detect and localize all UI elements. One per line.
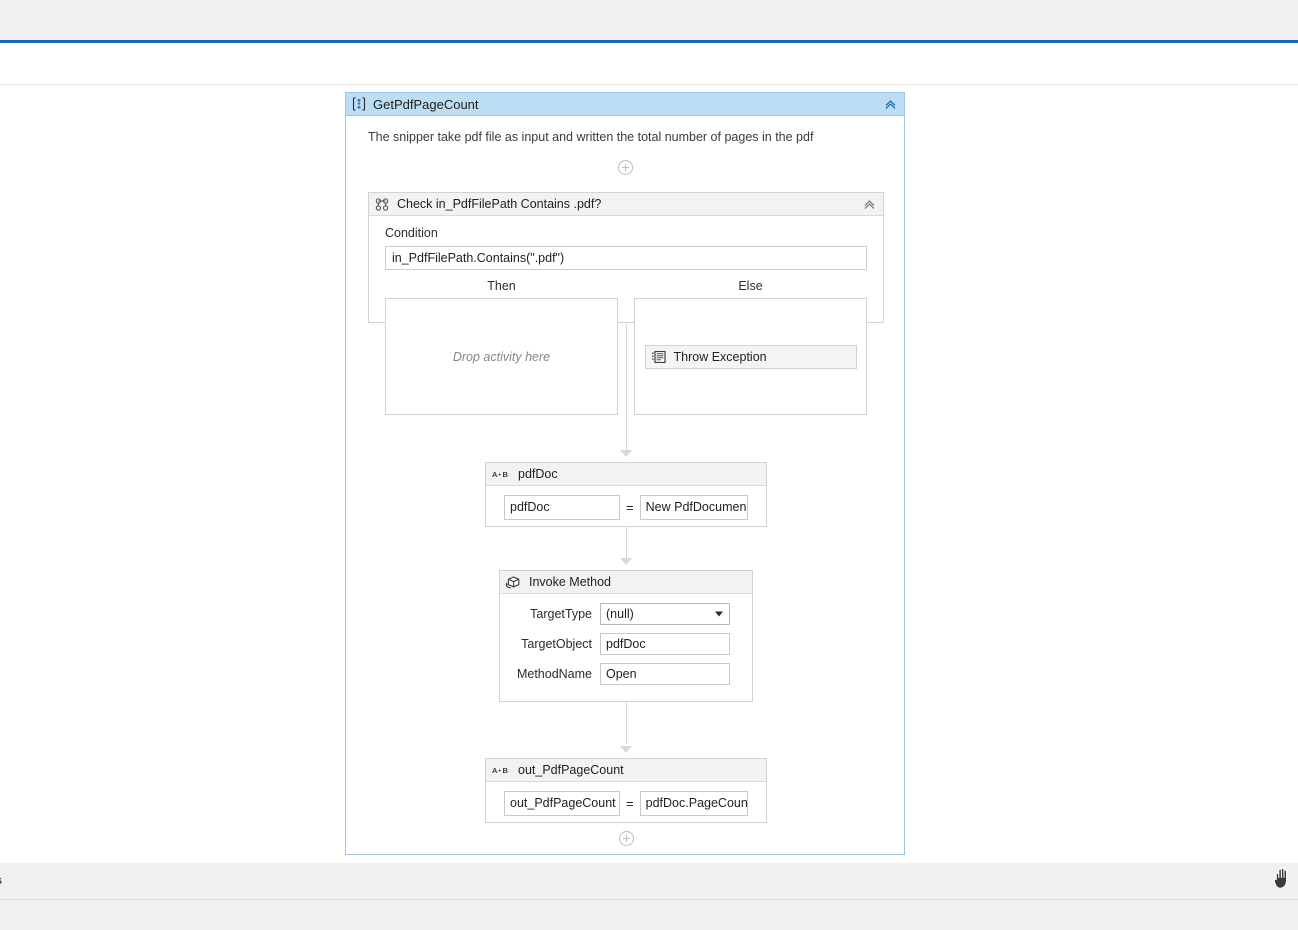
add-activity-top[interactable] bbox=[346, 160, 904, 176]
then-drop-hint: Drop activity here bbox=[452, 349, 551, 364]
connector-arrow-1 bbox=[620, 450, 632, 457]
then-dropzone[interactable]: Drop activity here bbox=[385, 298, 618, 415]
pan-hand-cursor bbox=[1272, 866, 1294, 890]
if-header[interactable]: Check in_PdfFilePath Contains .pdf? bbox=[369, 193, 883, 216]
svg-text:•: • bbox=[498, 470, 501, 479]
connector-arrow-3 bbox=[620, 746, 632, 753]
connector-if-to-assign bbox=[626, 324, 627, 455]
condition-label: Condition bbox=[385, 226, 438, 240]
toolbar-area bbox=[0, 0, 1298, 40]
sequence-description: The snipper take pdf file as input and w… bbox=[368, 130, 814, 144]
invoke-method-body: TargetType (null) TargetObject pdfDoc Me… bbox=[500, 594, 752, 695]
throw-exception-title: Throw Exception bbox=[673, 349, 767, 364]
assign-pdfdoc-header[interactable]: A • B pdfDoc bbox=[486, 463, 766, 486]
status-bar-text: s bbox=[0, 873, 2, 888]
caret-down-icon[interactable] bbox=[715, 611, 723, 617]
targettype-label: TargetType bbox=[530, 607, 592, 621]
then-label: Then bbox=[487, 279, 516, 293]
else-dropzone[interactable]: Throw Exception bbox=[634, 298, 867, 415]
targetobject-input[interactable]: pdfDoc bbox=[600, 633, 730, 655]
methodname-input[interactable]: Open bbox=[600, 663, 730, 685]
invoke-method-header[interactable]: Invoke Method bbox=[500, 571, 752, 594]
invoke-method-icon bbox=[506, 575, 521, 589]
sequence-icon bbox=[352, 97, 366, 111]
add-activity-bottom[interactable] bbox=[619, 831, 634, 846]
else-label: Else bbox=[738, 279, 763, 293]
if-chevron-double-up-icon[interactable] bbox=[862, 197, 876, 211]
throw-exception-icon bbox=[651, 350, 666, 363]
bottom-panel bbox=[0, 900, 1298, 930]
assign-pdfdoc-operator: = bbox=[626, 500, 634, 515]
then-branch: Then Drop activity here bbox=[385, 279, 618, 415]
condition-input[interactable]: in_PdfFilePath.Contains(".pdf") bbox=[385, 246, 867, 270]
assign-pdfdoc-body: pdfDoc = New PdfDocumen bbox=[486, 486, 766, 529]
flow-decision-icon bbox=[375, 197, 389, 211]
targettype-value: (null) bbox=[606, 607, 634, 621]
breadcrumb-area bbox=[0, 43, 1298, 84]
invoke-field-methodname: MethodName Open bbox=[500, 663, 752, 685]
svg-text:B: B bbox=[503, 470, 509, 479]
assign-pagecount-title: out_PdfPageCount bbox=[518, 762, 624, 777]
workflow-designer-window: GetPdfPageCount The snipper take pdf fil… bbox=[0, 0, 1298, 930]
targettype-combobox[interactable]: (null) bbox=[600, 603, 730, 625]
sequence-header[interactable]: GetPdfPageCount bbox=[346, 93, 904, 116]
assign-icon: A • B bbox=[492, 469, 510, 479]
assign-icon: A • B bbox=[492, 765, 510, 775]
designer-canvas[interactable]: GetPdfPageCount The snipper take pdf fil… bbox=[0, 85, 1298, 863]
sequence-getpdfpagecount[interactable]: GetPdfPageCount The snipper take pdf fil… bbox=[345, 92, 905, 855]
targetobject-label: TargetObject bbox=[521, 637, 592, 651]
assign-pagecount-body: out_PdfPageCount = pdfDoc.PageCoun bbox=[486, 782, 766, 825]
assign-pagecount-value-input[interactable]: pdfDoc.PageCoun bbox=[639, 791, 748, 816]
assign-pagecount-header[interactable]: A • B out_PdfPageCount bbox=[486, 759, 766, 782]
sequence-title: GetPdfPageCount bbox=[373, 96, 479, 112]
if-title: Check in_PdfFilePath Contains .pdf? bbox=[397, 196, 602, 211]
methodname-label: MethodName bbox=[516, 667, 592, 681]
plus-circle-icon[interactable] bbox=[619, 831, 634, 846]
assign-pagecount-to-input[interactable]: out_PdfPageCount bbox=[504, 791, 621, 816]
assign-pdfdoc-value-input[interactable]: New PdfDocumen bbox=[639, 495, 748, 520]
activity-assign-pagecount[interactable]: A • B out_PdfPageCount out_PdfPageCount … bbox=[485, 758, 767, 823]
svg-text:A: A bbox=[492, 470, 498, 479]
connector-invoke-to-assign bbox=[626, 702, 627, 744]
assign-pdfdoc-title: pdfDoc bbox=[518, 466, 558, 481]
else-branch: Else Throw Exception bbox=[634, 279, 867, 415]
invoke-method-title: Invoke Method bbox=[529, 574, 611, 589]
invoke-field-targetobject: TargetObject pdfDoc bbox=[500, 633, 752, 655]
activity-if[interactable]: Check in_PdfFilePath Contains .pdf? Cond… bbox=[368, 192, 884, 415]
connector-arrow-2 bbox=[620, 558, 632, 565]
svg-text:•: • bbox=[498, 766, 501, 775]
svg-text:A: A bbox=[492, 766, 498, 775]
invoke-field-targettype: TargetType (null) bbox=[500, 603, 752, 625]
activity-invoke-method[interactable]: Invoke Method TargetType (null) TargetOb… bbox=[499, 570, 753, 702]
assign-pagecount-operator: = bbox=[626, 796, 634, 811]
activity-throw-exception[interactable]: Throw Exception bbox=[644, 344, 857, 369]
assign-pdfdoc-to-input[interactable]: pdfDoc bbox=[504, 495, 621, 520]
svg-text:B: B bbox=[503, 766, 509, 775]
status-bar: s bbox=[0, 863, 1298, 900]
plus-circle-icon[interactable] bbox=[617, 160, 633, 175]
activity-assign-pdfdoc[interactable]: A • B pdfDoc pdfDoc = New PdfDocumen bbox=[485, 462, 767, 527]
chevron-double-up-icon[interactable] bbox=[883, 97, 897, 111]
